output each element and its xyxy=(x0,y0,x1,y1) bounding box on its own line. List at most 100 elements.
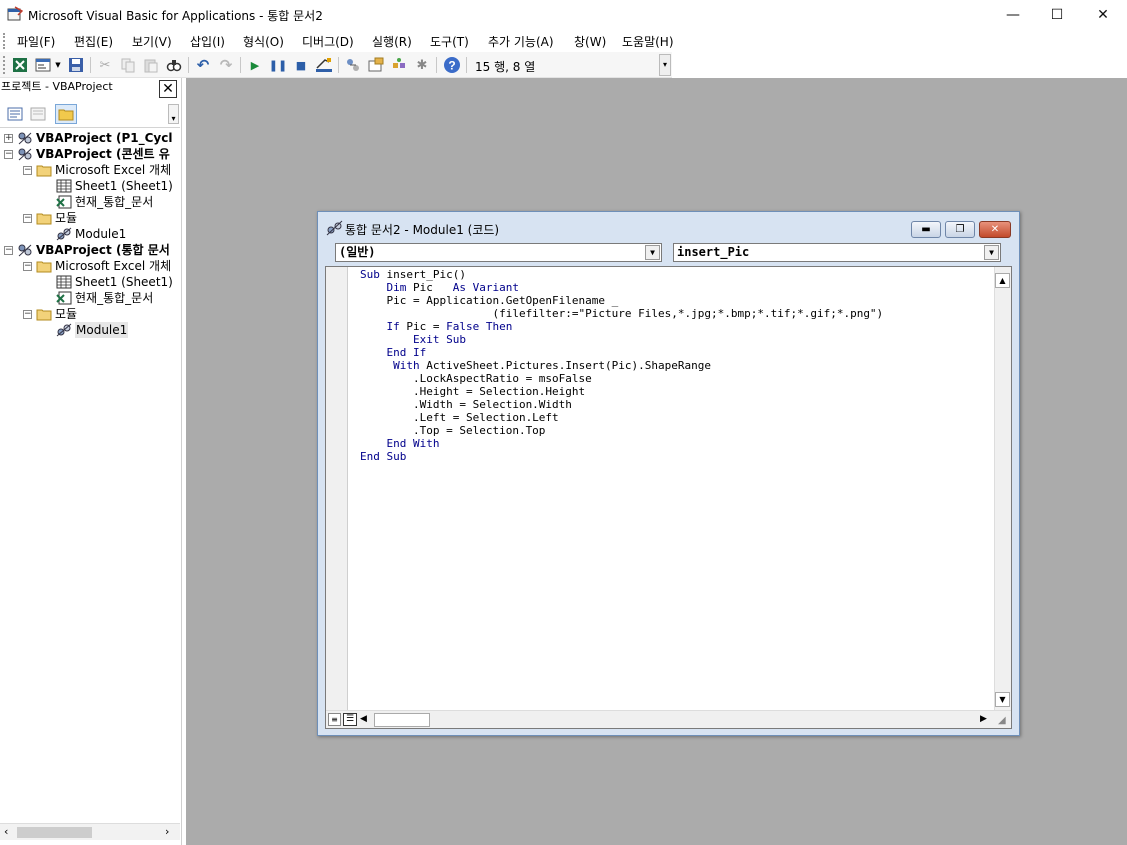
menu-view[interactable]: 보기(V) xyxy=(132,33,172,50)
menu-format[interactable]: 형식(O) xyxy=(243,33,284,50)
find-icon[interactable] xyxy=(165,56,183,74)
paste-icon[interactable] xyxy=(142,56,160,74)
menu-tools[interactable]: 도구(T) xyxy=(430,33,469,50)
code-line[interactable]: Pic = Application.GetOpenFilename _ xyxy=(360,294,883,307)
panel-toolbar-overflow[interactable]: ▾ xyxy=(168,104,179,124)
scroll-up-icon[interactable]: ▲ xyxy=(995,273,1010,288)
close-button[interactable]: ✕ xyxy=(1080,0,1126,30)
tree-node-selected[interactable]: Module1 xyxy=(56,322,173,338)
object-combo[interactable]: (일반) ▼ xyxy=(335,243,662,262)
code-window-minimize-button[interactable]: ▬ xyxy=(911,221,941,238)
toolbox-icon[interactable]: ✱ xyxy=(413,56,431,74)
view-code-button[interactable] xyxy=(4,104,26,124)
collapse-icon[interactable]: − xyxy=(4,149,13,159)
insert-userform-icon[interactable] xyxy=(34,56,52,74)
scroll-down-icon[interactable]: ▼ xyxy=(995,692,1010,707)
tree-node[interactable]: − VBAProject (통합 문서 xyxy=(4,242,173,258)
resize-grip-icon[interactable]: ◢ xyxy=(998,715,1006,726)
dropdown-arrow-icon[interactable]: ▼ xyxy=(53,56,63,74)
tree-node[interactable]: 현재_통합_문서 xyxy=(56,194,173,210)
run-icon[interactable]: ▶ xyxy=(246,56,264,74)
maximize-button[interactable]: ☐ xyxy=(1034,0,1080,30)
tree-node[interactable]: − Microsoft Excel 개체 xyxy=(23,258,173,274)
menu-edit[interactable]: 편집(E) xyxy=(74,33,113,50)
code-line[interactable]: .Height = Selection.Height xyxy=(360,385,883,398)
scroll-right-icon[interactable]: › xyxy=(165,825,169,838)
code-line[interactable]: With ActiveSheet.Pictures.Insert(Pic).Sh… xyxy=(360,359,883,372)
code-line[interactable]: Exit Sub xyxy=(360,333,883,346)
code-line[interactable]: Sub insert_Pic() xyxy=(360,268,883,281)
code-line[interactable]: (filefilter:="Picture Files,*.jpg;*.bmp;… xyxy=(360,307,883,320)
code-window-close-button[interactable]: ✕ xyxy=(979,221,1011,238)
menu-debug[interactable]: 디버그(D) xyxy=(302,33,354,50)
chevron-down-icon[interactable]: ▼ xyxy=(984,245,999,260)
collapse-icon[interactable]: − xyxy=(23,165,32,175)
code-line[interactable]: .Left = Selection.Left xyxy=(360,411,883,424)
object-browser-icon[interactable] xyxy=(390,56,408,74)
code-line[interactable]: End With xyxy=(360,437,883,450)
scroll-thumb[interactable] xyxy=(17,827,92,838)
project-panel-hscrollbar[interactable]: ‹ › xyxy=(0,823,180,840)
tree-node[interactable]: − Microsoft Excel 개체 xyxy=(23,162,173,178)
undo-icon[interactable]: ↶ xyxy=(194,56,212,74)
menu-help[interactable]: 도움말(H) xyxy=(622,33,674,50)
code-text[interactable]: Sub insert_Pic() Dim Pic As Variant Pic … xyxy=(360,268,883,463)
procedure-combo[interactable]: insert_Pic ▼ xyxy=(673,243,1001,262)
cut-icon[interactable]: ✂ xyxy=(96,56,114,74)
code-editor[interactable]: Sub insert_Pic() Dim Pic As Variant Pic … xyxy=(325,266,1012,729)
properties-icon[interactable] xyxy=(367,56,385,74)
code-line[interactable]: End Sub xyxy=(360,450,883,463)
code-line[interactable]: End If xyxy=(360,346,883,359)
design-mode-icon[interactable] xyxy=(315,56,333,74)
reset-icon[interactable]: ■ xyxy=(292,56,310,74)
full-module-view-icon[interactable]: ☰ xyxy=(343,713,357,726)
menu-window[interactable]: 창(W) xyxy=(574,33,606,50)
code-line[interactable]: .Top = Selection.Top xyxy=(360,424,883,437)
code-line[interactable]: Dim Pic As Variant xyxy=(360,281,883,294)
menu-file[interactable]: 파일(F) xyxy=(17,33,55,50)
project-explorer-icon[interactable] xyxy=(344,56,362,74)
redo-icon[interactable]: ↷ xyxy=(217,56,235,74)
collapse-icon[interactable]: − xyxy=(23,213,32,223)
code-line[interactable]: .Width = Selection.Width xyxy=(360,398,883,411)
save-icon[interactable] xyxy=(67,56,85,74)
toolbar-grip[interactable] xyxy=(3,56,7,74)
menu-run[interactable]: 실행(R) xyxy=(372,33,412,50)
margin-indicator-bar[interactable] xyxy=(326,267,348,710)
minimize-button[interactable]: — xyxy=(990,0,1036,30)
tree-node[interactable]: Module1 xyxy=(56,226,173,242)
menu-grip[interactable] xyxy=(3,33,7,49)
tree-node[interactable]: Sheet1 (Sheet1) xyxy=(56,178,173,194)
break-icon[interactable]: ❚❚ xyxy=(269,56,287,74)
chevron-down-icon[interactable]: ▼ xyxy=(645,245,660,260)
code-vscrollbar[interactable]: ▲ ▼ xyxy=(994,267,1011,710)
scroll-left-icon[interactable]: ‹ xyxy=(4,825,8,838)
scroll-right-icon[interactable]: ▶ xyxy=(980,714,987,724)
scroll-thumb[interactable] xyxy=(374,713,430,727)
excel-icon[interactable] xyxy=(11,56,29,74)
collapse-icon[interactable]: − xyxy=(23,261,32,271)
tree-node[interactable]: − VBAProject (콘센트 유 xyxy=(4,146,173,162)
tree-label: Module1 xyxy=(75,227,127,241)
tree-node[interactable]: Sheet1 (Sheet1) xyxy=(56,274,173,290)
help-icon[interactable]: ? xyxy=(443,56,461,74)
code-line[interactable]: .LockAspectRatio = msoFalse xyxy=(360,372,883,385)
expand-icon[interactable]: + xyxy=(4,133,13,143)
toolbar-overflow-button[interactable]: ▾ xyxy=(659,54,671,76)
collapse-icon[interactable]: − xyxy=(4,245,13,255)
tree-node[interactable]: − 모듈 xyxy=(23,306,173,322)
tree-node[interactable]: 현재_통합_문서 xyxy=(56,290,173,306)
view-object-button[interactable] xyxy=(27,104,49,124)
menu-insert[interactable]: 삽입(I) xyxy=(190,33,225,50)
toggle-folders-button[interactable] xyxy=(55,104,77,124)
code-line[interactable]: If Pic = False Then xyxy=(360,320,883,333)
tree-node[interactable]: + VBAProject (P1_Cycl xyxy=(4,130,173,146)
project-panel-close-button[interactable]: ✕ xyxy=(159,80,177,98)
code-window-restore-button[interactable]: ❐ xyxy=(945,221,975,238)
procedure-view-icon[interactable]: ≡ xyxy=(328,713,341,726)
tree-node[interactable]: − 모듈 xyxy=(23,210,173,226)
scroll-left-icon[interactable]: ◀ xyxy=(360,714,367,724)
copy-icon[interactable] xyxy=(119,56,137,74)
menu-addins[interactable]: 추가 기능(A) xyxy=(488,33,554,50)
collapse-icon[interactable]: − xyxy=(23,309,32,319)
